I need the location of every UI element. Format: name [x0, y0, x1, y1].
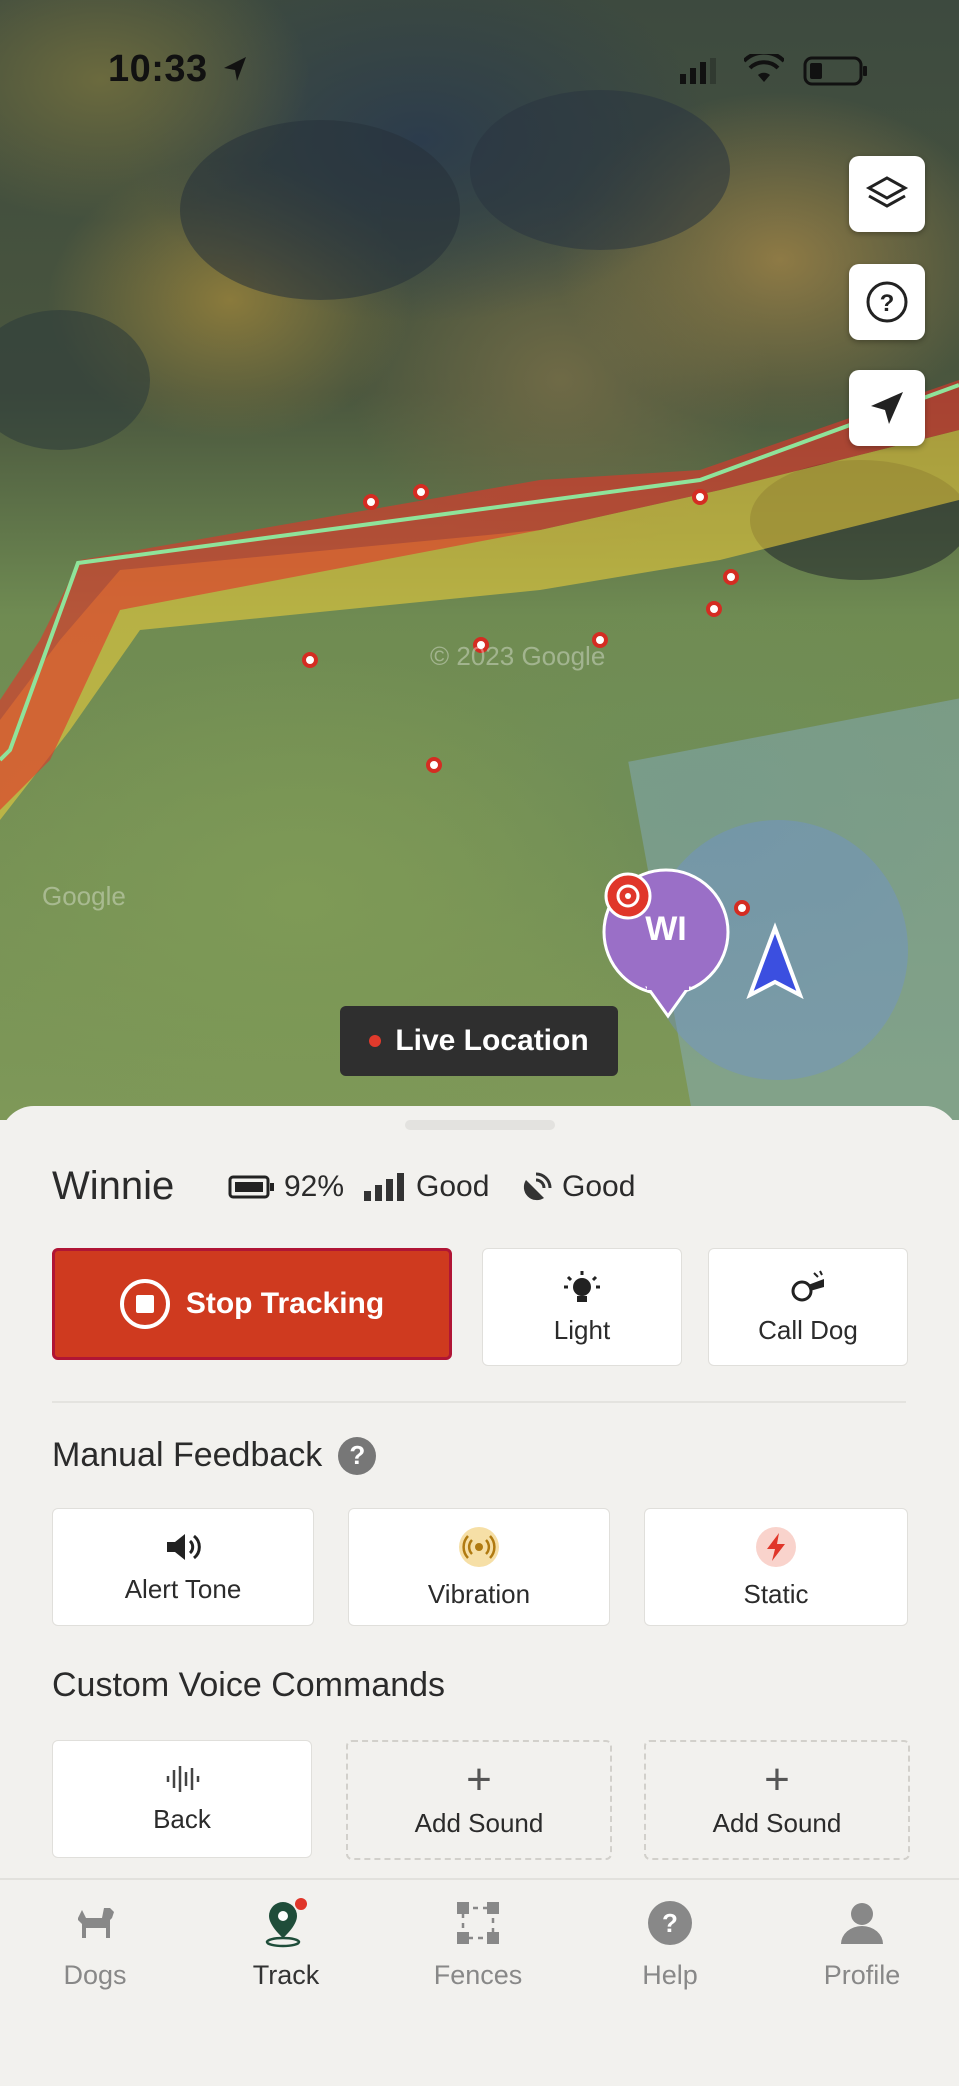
tab-profile[interactable]: Profile [782, 1898, 942, 1991]
add-sound-button-2[interactable]: + Add Sound [644, 1740, 910, 1860]
pin-label: WI [645, 910, 687, 948]
tab-help[interactable]: ? Help [590, 1898, 750, 1991]
vibration-icon [459, 1526, 499, 1567]
battery-value: 92% [284, 1170, 345, 1203]
light-label: Light [553, 1314, 611, 1345]
vibration-button[interactable]: Vibration [348, 1508, 610, 1626]
svg-text:?: ? [880, 290, 895, 317]
tab-track[interactable]: Track [206, 1898, 366, 1991]
dog-name: Winnie [52, 1164, 175, 1208]
add-sound-button-1[interactable]: + Add Sound [346, 1740, 612, 1860]
alert-tone-button[interactable]: Alert Tone [52, 1508, 314, 1626]
signal-value: Good [416, 1170, 490, 1203]
tab-dogs-label: Dogs [63, 1960, 127, 1990]
cellular-icon [680, 58, 716, 84]
map-help-button[interactable]: ? [849, 264, 925, 340]
recenter-button[interactable] [849, 370, 925, 446]
tab-bar: Dogs Track Fences ? Help Profile [0, 1878, 959, 2086]
manual-feedback-help-icon[interactable]: ? [338, 1436, 377, 1475]
collar-battery-icon [228, 1175, 274, 1199]
signal-stat: Good [362, 1170, 489, 1204]
whistle-icon [791, 1270, 824, 1301]
sheet-grabber[interactable] [405, 1120, 555, 1130]
location-arrow-icon [224, 57, 246, 81]
copyright-watermark: © 2023 Google [430, 641, 605, 671]
wifi-icon [744, 54, 784, 82]
light-button[interactable]: Light [482, 1248, 682, 1366]
call-dog-button[interactable]: Call Dog [708, 1248, 908, 1366]
voice-command-back[interactable]: Back [52, 1740, 312, 1858]
battery-icon [803, 56, 867, 86]
vibration-label: Vibration [427, 1578, 531, 1609]
layers-button[interactable] [849, 156, 925, 232]
map-view[interactable]: Google © 2023 Google WI 10:33 ? Live Loc… [0, 0, 959, 1120]
plus-icon: + [466, 1754, 492, 1804]
layers-icon [865, 176, 909, 208]
recenter-icon [871, 392, 903, 424]
battery-stat: 92% [228, 1170, 344, 1204]
gps-satellite-icon [523, 1172, 552, 1201]
voice-commands-title: Custom Voice Commands [52, 1666, 446, 1704]
light-bulb-icon [564, 1270, 600, 1302]
profile-icon [841, 1903, 883, 1944]
dog-icon [78, 1908, 114, 1938]
stop-tracking-button[interactable]: Stop Tracking [52, 1248, 452, 1360]
add-sound-label-2: Add Sound [712, 1807, 842, 1838]
tab-track-label: Track [252, 1960, 320, 1990]
gps-value: Good [562, 1170, 636, 1203]
status-bar: 10:33 [0, 44, 959, 94]
tab-profile-label: Profile [823, 1960, 901, 1990]
plus-icon: + [764, 1754, 790, 1804]
static-button[interactable]: Static [644, 1508, 908, 1626]
map-overlay: Google © 2023 Google [0, 90, 959, 1120]
manual-feedback-title: Manual Feedback [52, 1436, 323, 1474]
tab-fences[interactable]: Fences [398, 1898, 558, 1991]
sound-wave-icon [166, 1765, 200, 1792]
tracking-sheet: Winnie 92% Good Good Stop Tracking Light [0, 1106, 959, 1878]
help-icon: ? [648, 1901, 692, 1945]
manual-feedback-heading: Manual Feedback ? [52, 1436, 377, 1475]
fences-icon [457, 1902, 499, 1944]
tab-fences-label: Fences [433, 1960, 523, 1990]
call-dog-label: Call Dog [758, 1314, 858, 1345]
static-label: Static [743, 1578, 809, 1609]
google-watermark: Google [42, 881, 126, 911]
live-location-badge: Live Location [340, 1006, 618, 1076]
signal-bars-icon [364, 1173, 404, 1201]
stop-tracking-label: Stop Tracking [185, 1287, 385, 1320]
lightning-icon [756, 1526, 796, 1567]
add-sound-label-1: Add Sound [414, 1807, 544, 1838]
stop-icon [119, 1279, 170, 1329]
alert-tone-label: Alert Tone [124, 1573, 242, 1604]
voice-command-back-label: Back [153, 1803, 211, 1834]
tab-help-label: Help [642, 1960, 698, 1990]
svg-text:?: ? [662, 1908, 678, 1938]
track-icon [265, 1898, 307, 1948]
gps-stat: Good [520, 1170, 635, 1204]
speaker-icon [167, 1533, 201, 1560]
voice-commands-heading: Custom Voice Commands [52, 1666, 445, 1705]
live-location-label: Live Location [395, 1024, 589, 1057]
live-dot [369, 1035, 382, 1047]
tab-dogs[interactable]: Dogs [15, 1898, 175, 1991]
status-time: 10:33 [108, 48, 208, 90]
help-icon: ? [866, 281, 908, 323]
section-divider [52, 1401, 906, 1403]
